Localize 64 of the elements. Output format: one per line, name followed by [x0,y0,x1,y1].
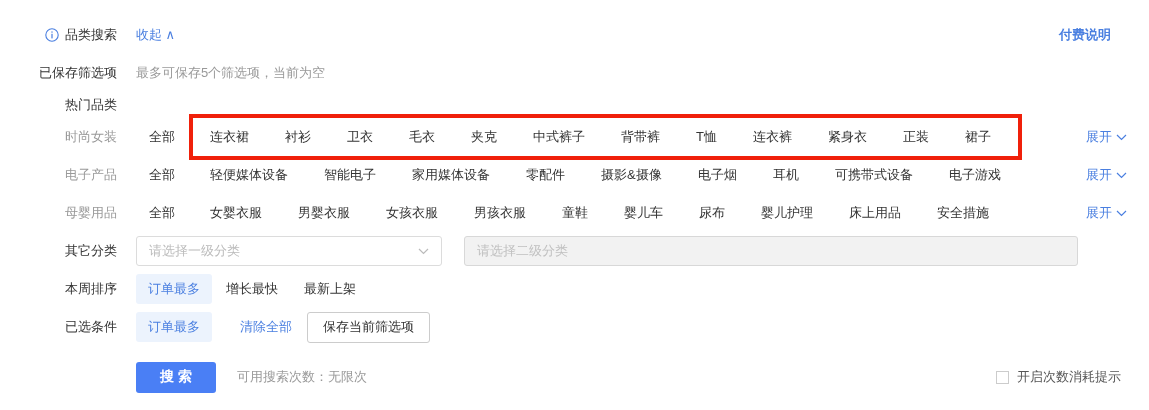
category-option[interactable]: 床上用品 [836,200,914,226]
checkbox-label: 开启次数消耗提示 [1017,368,1121,386]
field-label: 本周排序 [65,280,117,298]
category-option[interactable]: 连衣裤 [739,124,805,150]
category-option[interactable]: 童鞋 [549,200,601,226]
info-icon [45,28,59,42]
category-option[interactable]: 衬衫 [272,124,324,150]
category-option[interactable]: 背带裤 [608,124,673,150]
category-option[interactable]: 男孩衣服 [461,200,539,226]
category-option[interactable]: 摄影&摄像 [588,162,675,188]
category-option[interactable]: 紧身衣 [814,124,880,150]
sort-option[interactable]: 订单最多 [136,274,212,304]
chevron-down-icon [1116,171,1127,179]
category-option[interactable]: 女孩衣服 [373,200,451,226]
category-option[interactable]: 安全措施 [924,200,1002,226]
category-option[interactable]: 婴儿车 [611,200,676,226]
category-option[interactable]: 智能电子 [311,162,389,188]
expand-link[interactable]: 展开 [1086,166,1127,184]
category-option[interactable]: 可携带式设备 [821,162,926,188]
expand-link[interactable]: 展开 [1086,128,1127,146]
field-label: 其它分类 [65,242,117,260]
saved-filters-note: 最多可保存5个筛选项，当前为空 [136,64,326,82]
category-option[interactable]: 尿布 [686,200,738,226]
section-title: 品类搜索 [65,26,117,44]
search-count-text: 可用搜索次数：无限次 [237,368,367,386]
category-option[interactable]: 女婴衣服 [197,200,275,226]
category-option[interactable]: 全部 [136,124,188,150]
category-option[interactable]: 夹克 [458,124,510,150]
field-label: 已保存筛选项 [39,64,117,82]
chevron-down-icon [1116,209,1127,217]
expand-link[interactable]: 展开 [1086,204,1127,222]
category-option[interactable]: 卫衣 [334,124,386,150]
category-option[interactable]: 电子烟 [684,162,750,188]
category-option[interactable]: 中式裤子 [520,124,598,150]
category-label: 时尚女装 [65,128,117,146]
fee-info-link[interactable]: 付费说明 [1059,26,1111,44]
save-filters-button[interactable]: 保存当前筛选项 [307,311,430,343]
category-option[interactable]: T恤 [683,124,730,150]
search-button[interactable]: 搜 索 [136,361,216,393]
collapse-link[interactable]: 收起 ∧ [136,26,176,44]
category-option[interactable]: 轻便媒体设备 [197,162,301,188]
category-option[interactable]: 耳机 [759,162,812,188]
field-label: 已选条件 [65,318,117,336]
checkbox[interactable] [996,370,1009,384]
category-option[interactable]: 家用媒体设备 [399,162,503,188]
field-label: 热门品类 [65,96,117,114]
chevron-down-icon [1116,133,1127,141]
category-option[interactable]: 婴儿护理 [748,200,826,226]
category-option[interactable]: 全部 [136,200,188,226]
clear-all-link[interactable]: 清除全部 [240,318,292,336]
category-option[interactable]: 裙子 [951,124,1004,150]
chevron-down-icon [418,247,429,255]
category-option[interactable]: 正装 [889,124,942,150]
filter-tag: 订单最多 [136,312,212,342]
category-label: 电子产品 [65,166,117,184]
sort-option[interactable]: 增长最快 [214,274,290,304]
category-option[interactable]: 男婴衣服 [285,200,363,226]
category-option[interactable]: 毛衣 [396,124,448,150]
category-option[interactable]: 连衣裙 [197,124,262,150]
sort-option[interactable]: 最新上架 [292,274,368,304]
category-option[interactable]: 全部 [136,162,188,188]
category-label: 母婴用品 [65,204,117,222]
category-option[interactable]: 零配件 [513,162,578,188]
category-option[interactable]: 电子游戏 [935,162,1014,188]
